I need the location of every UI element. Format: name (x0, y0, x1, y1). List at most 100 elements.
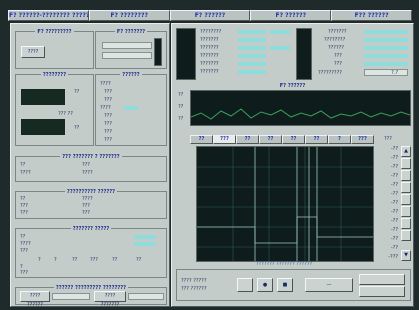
noise-bar-1 (134, 235, 156, 239)
side-button-4[interactable] (401, 194, 411, 205)
station-unit-2: ?? (74, 125, 80, 131)
spectrum-row-2: ??? (104, 97, 112, 103)
quality-button-1[interactable]: ???? ?????? (20, 291, 50, 308)
carriers-r2-a: ???? (20, 170, 31, 176)
generator2-group: F? ??????? (95, 29, 167, 69)
impulse-row-3: ??? (82, 203, 90, 209)
side-button-1[interactable] (401, 158, 411, 169)
meas-label-2: ??????? (200, 45, 219, 51)
side-button-5[interactable] (401, 206, 411, 217)
side-button-3[interactable] (401, 182, 411, 193)
play-button[interactable] (237, 278, 253, 292)
meas2-bar-4 (364, 62, 408, 66)
subtab-1[interactable]: ??? (213, 135, 236, 144)
subtab-0[interactable]: ?? (190, 135, 213, 144)
tab-0[interactable]: F? ??????-???????? ??????????? (8, 10, 89, 21)
generator2-field-2[interactable] (102, 52, 152, 59)
right-pane: ???????? ??????? ??????? ??????? ???????… (171, 23, 414, 307)
noise-row-1: ???? (20, 241, 31, 247)
action-button-1[interactable] (359, 274, 405, 285)
meas2-bar-1 (364, 38, 408, 42)
noise-col-5: ?? (136, 257, 142, 263)
spectrum-row-5: ??? (104, 121, 112, 127)
noise-title: ??????? ????? (70, 226, 112, 232)
tab-1[interactable]: F? ???????? (88, 10, 170, 21)
carriers-r1-b: ??? (82, 162, 90, 168)
spec-scale-2: ?? (178, 116, 184, 122)
side-button-2[interactable] (401, 170, 411, 181)
impulse-row-1: ???? (82, 196, 93, 202)
subtab-7[interactable]: ??? (351, 135, 374, 144)
noise-col-3: ??? (90, 257, 98, 263)
meas2-label-2: ?????? (328, 45, 344, 51)
spec-scale-1: ?? (178, 104, 184, 110)
subtab-6[interactable]: ? (328, 135, 351, 144)
side-button-6[interactable] (401, 218, 411, 229)
impulse-row-2: ??? (20, 203, 28, 209)
spectrum-row-7: ??? (104, 137, 112, 143)
tab-3[interactable]: F? ?????? (250, 10, 332, 21)
meas2-label-3: ??? (334, 53, 342, 59)
quality-button-2[interactable]: ???? ??????? (94, 291, 126, 308)
subtab-4[interactable]: ?? (282, 135, 305, 144)
meas2-label-4: ??? (334, 61, 342, 67)
meas-label-3: ??????? (200, 53, 219, 59)
generator-button[interactable]: ???? (21, 46, 45, 58)
spectrum-row-4: ??? (104, 113, 112, 119)
impulse-group: ?????????? ?????? ?? ???? ??? ??? ??? ??… (15, 189, 167, 219)
scroll-down-button[interactable]: ▼ (401, 250, 411, 261)
generator2-title: F? ??????? (114, 29, 148, 35)
y-tick-7: -?? (390, 209, 398, 215)
left-pane: F? ????????? ???? F? ??????? ???????? ??… (10, 23, 170, 308)
carriers-r1-a: ?? (20, 162, 26, 168)
timeline-bar[interactable]: — (305, 278, 353, 292)
bottom-label-1: ??? ?????? (181, 286, 207, 292)
spectrum-strip-trace (190, 108, 411, 120)
meas-bar-0 (238, 30, 266, 34)
meas2-label-1: ???????? (324, 37, 346, 43)
spectrum-row-3: ???? (100, 105, 111, 111)
tab-2[interactable]: F? ?????? (169, 10, 251, 21)
spectrum-group-title: ?????? (120, 72, 142, 78)
scroll-up-button[interactable]: ▲ (401, 146, 411, 157)
record-button[interactable]: ● (257, 278, 273, 292)
meas-bar-b0 (270, 30, 290, 34)
tab-4[interactable]: F?? ?????? (331, 10, 412, 21)
meter-bar-mid (296, 28, 312, 80)
stop-button[interactable]: ■ (277, 278, 293, 292)
subtab-5[interactable]: ?? (305, 135, 328, 144)
station-group: ???????? ?? ??? ?? ?? (15, 72, 94, 146)
y-tick-5: -?? (390, 191, 398, 197)
scale-value: ?.? (391, 70, 398, 76)
noise-group: ??????? ????? ?? ???? ??? ? ? ?? ??? ?? … (15, 226, 167, 278)
generator2-field[interactable] (102, 42, 152, 49)
generator2-slider[interactable] (154, 38, 162, 66)
side-button-7[interactable] (401, 230, 411, 241)
quality-field-1[interactable] (52, 293, 90, 300)
graph-footer: ??????? ??????? ?????? (256, 261, 313, 267)
y-tick-3: -?? (390, 173, 398, 179)
subtab-3[interactable]: ?? (259, 135, 282, 144)
subtab-bar: ?? ??? ?? ?? ?? ?? ? ??? (190, 135, 374, 144)
noise-row-0: ?? (20, 234, 26, 240)
y-tick-0: -?? (390, 146, 398, 152)
y-tick-8: -?? (390, 218, 398, 224)
meas-bar-3 (238, 54, 266, 58)
station-freq: ??? ?? (58, 111, 73, 117)
meter-bar-left (176, 28, 196, 80)
spectrum-strip-title: F? ?????? (277, 83, 308, 89)
spectrum-group: ?????? ???? ??? ??? ???? ??? ??? ??? ??? (95, 72, 167, 146)
spectrum-row-1: ??? (104, 89, 112, 95)
carriers-group: ??? ??????? ? ??????? ?? ??? ???? ???? (15, 154, 167, 182)
generator-title: F? ????????? (35, 29, 74, 35)
meas-label-0: ???????? (200, 29, 222, 35)
quality-field-2[interactable] (128, 293, 164, 300)
action-button-2[interactable] (359, 286, 405, 297)
noise-row-2: ??? (20, 248, 28, 254)
y-tick-9: -?? (390, 227, 398, 233)
meas2-label-0: ??????? (328, 29, 347, 35)
top-tab-bar: F? ??????-???????? ??????????? F? ??????… (8, 10, 412, 21)
station-display-2 (21, 119, 65, 135)
meas-bar-1 (238, 38, 266, 42)
subtab-2[interactable]: ?? (236, 135, 259, 144)
